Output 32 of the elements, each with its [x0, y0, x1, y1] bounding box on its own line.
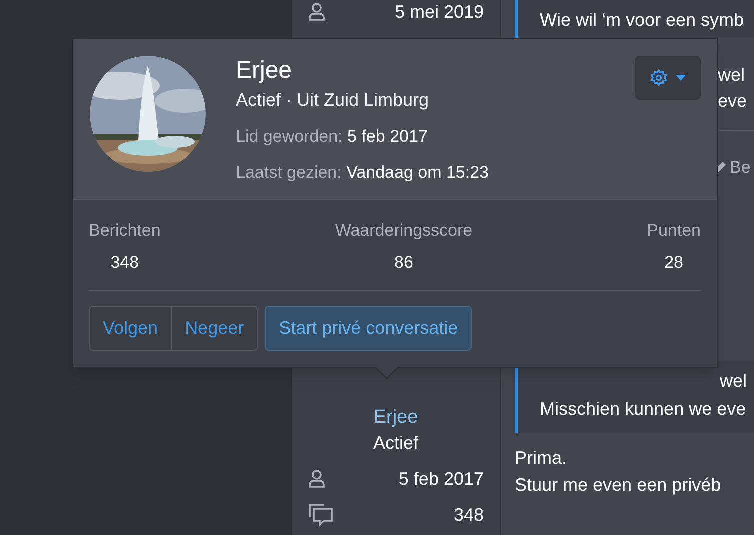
profile-fact: Lid geworden: 5 feb 2017: [236, 126, 429, 148]
author-name[interactable]: Erjee: [374, 406, 418, 430]
action-button[interactable]: Volgen: [89, 306, 172, 351]
post-text: Stuur me even een privéb: [515, 474, 722, 497]
stat-value: 5 feb 2017: [398, 468, 484, 490]
stat-value: 348: [110, 252, 140, 274]
stat-value: 28: [664, 252, 684, 274]
profile-name: Erjee: [236, 56, 294, 86]
profile-fact: Laatst gezien: Vandaag om 15:23: [236, 162, 490, 184]
comments-icon: [308, 503, 334, 527]
stat-label: Berichten: [89, 220, 161, 242]
person-icon: [308, 469, 326, 489]
action-button[interactable]: Negeer: [171, 306, 258, 351]
quote-text: Wie wil ‘m voor een symb: [540, 10, 744, 30]
stat-label: Waarderingsscore: [335, 220, 473, 242]
settings-button[interactable]: [635, 56, 701, 100]
caret-icon: [676, 75, 686, 81]
quote-text: Misschien kunnen we eve: [540, 398, 748, 420]
stat-value: 86: [394, 252, 414, 274]
post-text: Prima.: [515, 446, 568, 470]
post-text: eve: [718, 90, 748, 113]
person-icon: [308, 2, 326, 22]
start-conversation-button[interactable]: Start privé conversatie: [265, 306, 472, 351]
stat-value: 348: [454, 504, 484, 526]
stat-label: Punten: [647, 220, 701, 242]
profile-subtitle: Actief · Uit Zuid Limburg: [236, 89, 430, 112]
stat-value: 5 mei 2019: [394, 0, 484, 24]
post-text: wel: [718, 64, 746, 87]
settings-icon: [650, 69, 668, 87]
edit-link[interactable]: Be: [730, 155, 751, 180]
author-title: Actief: [373, 432, 419, 455]
quote-text: wel: [719, 370, 748, 392]
